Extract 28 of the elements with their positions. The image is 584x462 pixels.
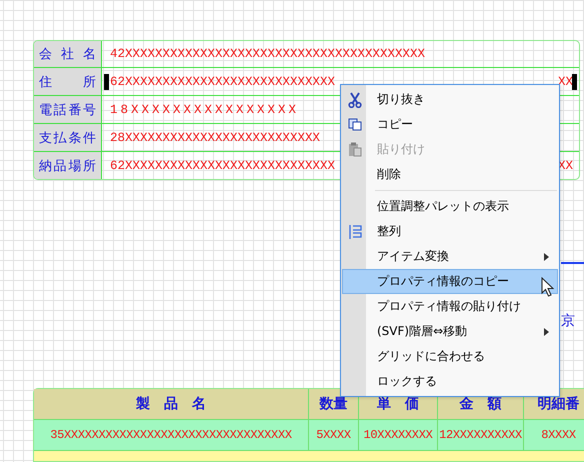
menu-item[interactable]: 位置調整パレットの表示 <box>342 194 558 219</box>
field-value: 42XXXXXXXXXXXXXXXXXXXXXXXXXXXXXXXXXXXXXXXX <box>110 47 426 62</box>
field-value: 28XXXXXXXXXXXXXXXXXXXXXXXXXX <box>110 130 320 145</box>
table-cell: 5XXXX <box>309 420 359 450</box>
menu-item[interactable]: 整列 <box>342 219 558 244</box>
menu-item[interactable]: 削除 <box>342 162 558 187</box>
menu-item[interactable]: プロパティ情報の貼り付け <box>342 294 558 319</box>
field-value: 18XXXXXXXXXXXXXXXX <box>110 102 300 117</box>
field-value: XX <box>558 74 573 89</box>
field-label: 納品場所 <box>34 152 102 179</box>
field-label: 支払条件 <box>34 124 102 152</box>
field-label: 電話番号 <box>34 96 102 124</box>
menu-item[interactable]: グリッドに合わせる <box>342 344 558 369</box>
menu-item[interactable]: プロパティ情報のコピー <box>342 269 558 294</box>
menu-item[interactable]: 切り抜き <box>342 87 558 112</box>
table-cell: 8XXXX <box>524 420 584 450</box>
menu-item[interactable]: アイテム変換 <box>342 244 558 269</box>
field-value: 62XXXXXXXXXXXXXXXXXXXXXXXXXXXX <box>110 158 336 173</box>
field-label: 住所 <box>34 68 102 96</box>
table-cell: 12XXXXXXXXXX <box>438 420 524 450</box>
field-label: 会社名 <box>34 41 102 68</box>
table-cell: 10XXXXXXXX <box>359 420 438 450</box>
menu-item[interactable]: (SVF)階層⇔移動 <box>342 319 558 344</box>
side-text: 京 <box>561 312 575 330</box>
column-header: 製 品 名 <box>34 389 309 419</box>
field-value: 62XXXXXXXXXXXXXXXXXXXXXXXXXXXX <box>110 74 336 89</box>
menu-item[interactable]: コピー <box>342 112 558 137</box>
table-cell: 35XXXXXXXXXXXXXXXXXXXXXXXXXXXXXXXXX <box>34 420 309 450</box>
